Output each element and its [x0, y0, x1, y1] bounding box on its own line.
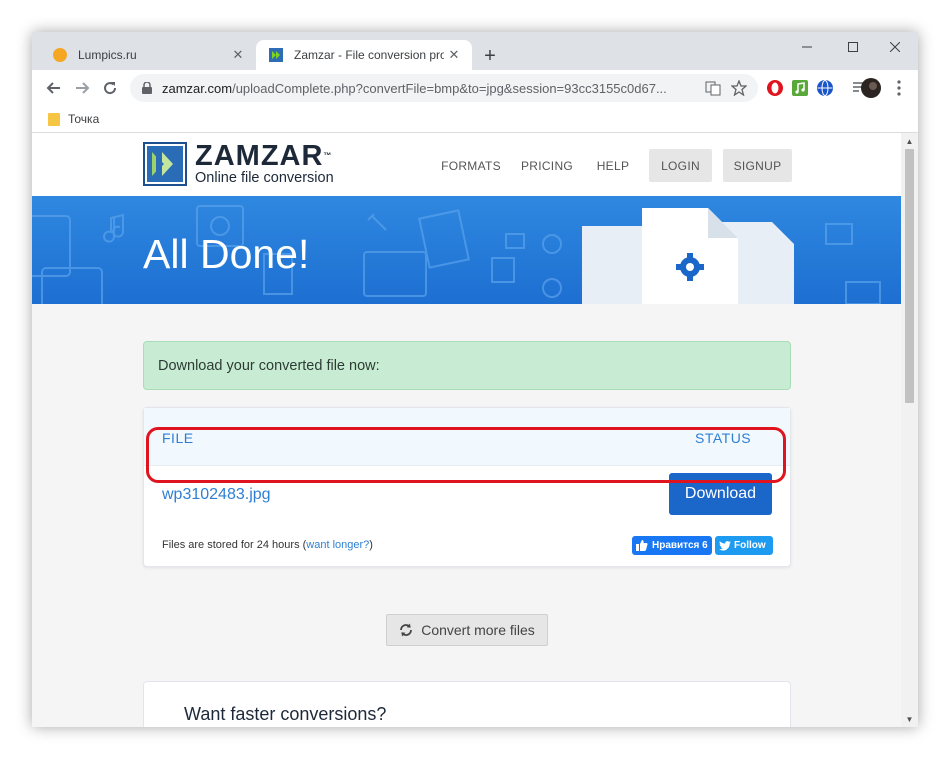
refresh-icon	[400, 623, 413, 637]
window-close-icon[interactable]	[872, 32, 918, 62]
url-text: zamzar.com/uploadComplete.php?convertFil…	[162, 81, 700, 96]
signup-button[interactable]: SIGNUP	[723, 149, 792, 182]
hero-title: All Done!	[143, 231, 310, 277]
logo-name: ZAMZAR	[195, 140, 324, 172]
convert-more-files-button[interactable]: Convert more files	[386, 614, 548, 646]
storage-notice-suffix: )	[369, 539, 373, 551]
tab-lumpics[interactable]: Lumpics.ru ✕	[40, 40, 256, 70]
documents-gear-illustration	[582, 208, 794, 304]
thumbs-up-icon	[636, 540, 648, 551]
page-viewport: ZAMZAR™ Online file conversion FORMATS P…	[32, 133, 918, 727]
convert-more-label: Convert more files	[421, 622, 535, 638]
nav-pricing[interactable]: PRICING	[518, 149, 576, 182]
tab-title: Lumpics.ru	[78, 48, 137, 62]
scroll-down-arrow-icon[interactable]: ▼	[901, 711, 918, 727]
lumpics-favicon-icon	[53, 48, 67, 62]
forward-arrow-icon[interactable]	[68, 74, 96, 102]
tab-zamzar[interactable]: Zamzar - File conversion progress ✕	[256, 40, 472, 70]
close-tab-icon[interactable]: ✕	[444, 45, 464, 65]
twitter-follow-label: Follow	[734, 540, 766, 551]
twitter-bird-icon	[719, 540, 731, 551]
music-extension-icon[interactable]	[790, 78, 810, 98]
storage-notice-text: Files are stored for 24 hours (	[162, 539, 307, 551]
zamzar-favicon-icon	[269, 48, 283, 62]
menu-kebab-icon[interactable]	[889, 78, 909, 98]
translate-icon[interactable]	[700, 75, 726, 101]
profile-avatar[interactable]	[860, 77, 882, 99]
maximize-icon[interactable]	[830, 32, 876, 62]
file-name-link[interactable]: wp3102483.jpg	[162, 486, 271, 504]
want-longer-link[interactable]: want longer?	[306, 539, 369, 551]
address-bar[interactable]: zamzar.com/uploadComplete.php?convertFil…	[130, 74, 758, 102]
scroll-up-arrow-icon[interactable]: ▲	[901, 133, 918, 149]
facebook-like-label: Нравится 6	[652, 540, 708, 551]
hero-banner: All Done!	[32, 196, 901, 304]
site-header: ZAMZAR™ Online file conversion FORMATS P…	[32, 133, 901, 196]
browser-toolbar: zamzar.com/uploadComplete.php?convertFil…	[32, 70, 918, 105]
highlight-annotation	[146, 427, 786, 483]
vpn-globe-icon[interactable]	[815, 78, 835, 98]
close-tab-icon[interactable]: ✕	[228, 45, 248, 65]
url-host: zamzar.com	[162, 80, 233, 96]
nav-help[interactable]: HELP	[592, 149, 634, 182]
bookmark-tochka[interactable]: Точка	[68, 112, 99, 126]
zamzar-logo-icon	[143, 142, 187, 186]
nav-formats[interactable]: FORMATS	[435, 149, 507, 182]
new-tab-button[interactable]: +	[478, 44, 502, 68]
tab-title: Zamzar - File conversion progress	[294, 48, 444, 62]
twitter-follow-button[interactable]: Follow	[715, 536, 773, 555]
main-content: Download your converted file now: FILE S…	[32, 304, 901, 727]
browser-window: Lumpics.ru ✕ Zamzar - File conversion pr…	[32, 32, 918, 727]
storage-notice: Files are stored for 24 hours (want long…	[162, 539, 373, 551]
lock-icon	[142, 82, 152, 94]
folder-icon	[48, 112, 60, 126]
promo-title: Want faster conversions?	[184, 704, 387, 724]
url-path: /uploadComplete.php?convertFile=bmp&to=j…	[232, 80, 667, 96]
facebook-like-button[interactable]: Нравится 6	[632, 536, 712, 555]
success-alert: Download your converted file now:	[143, 341, 791, 390]
promo-card: Want faster conversions?	[143, 681, 791, 727]
minimize-icon[interactable]	[784, 32, 830, 62]
vertical-scrollbar[interactable]: ▲ ▼	[901, 133, 918, 727]
logo-tagline: Online file conversion	[195, 170, 334, 186]
back-arrow-icon[interactable]	[40, 74, 68, 102]
login-button[interactable]: LOGIN	[649, 149, 712, 182]
reload-icon[interactable]	[96, 74, 124, 102]
scrollbar-thumb[interactable]	[905, 149, 914, 403]
bookmark-star-icon[interactable]	[726, 75, 752, 101]
opera-extension-icon[interactable]	[765, 78, 785, 98]
tab-strip: Lumpics.ru ✕ Zamzar - File conversion pr…	[32, 32, 918, 70]
bookmarks-bar: Точка	[32, 105, 918, 133]
logo-trademark: ™	[323, 151, 333, 160]
zamzar-logo[interactable]: ZAMZAR™ Online file conversion	[143, 142, 334, 186]
